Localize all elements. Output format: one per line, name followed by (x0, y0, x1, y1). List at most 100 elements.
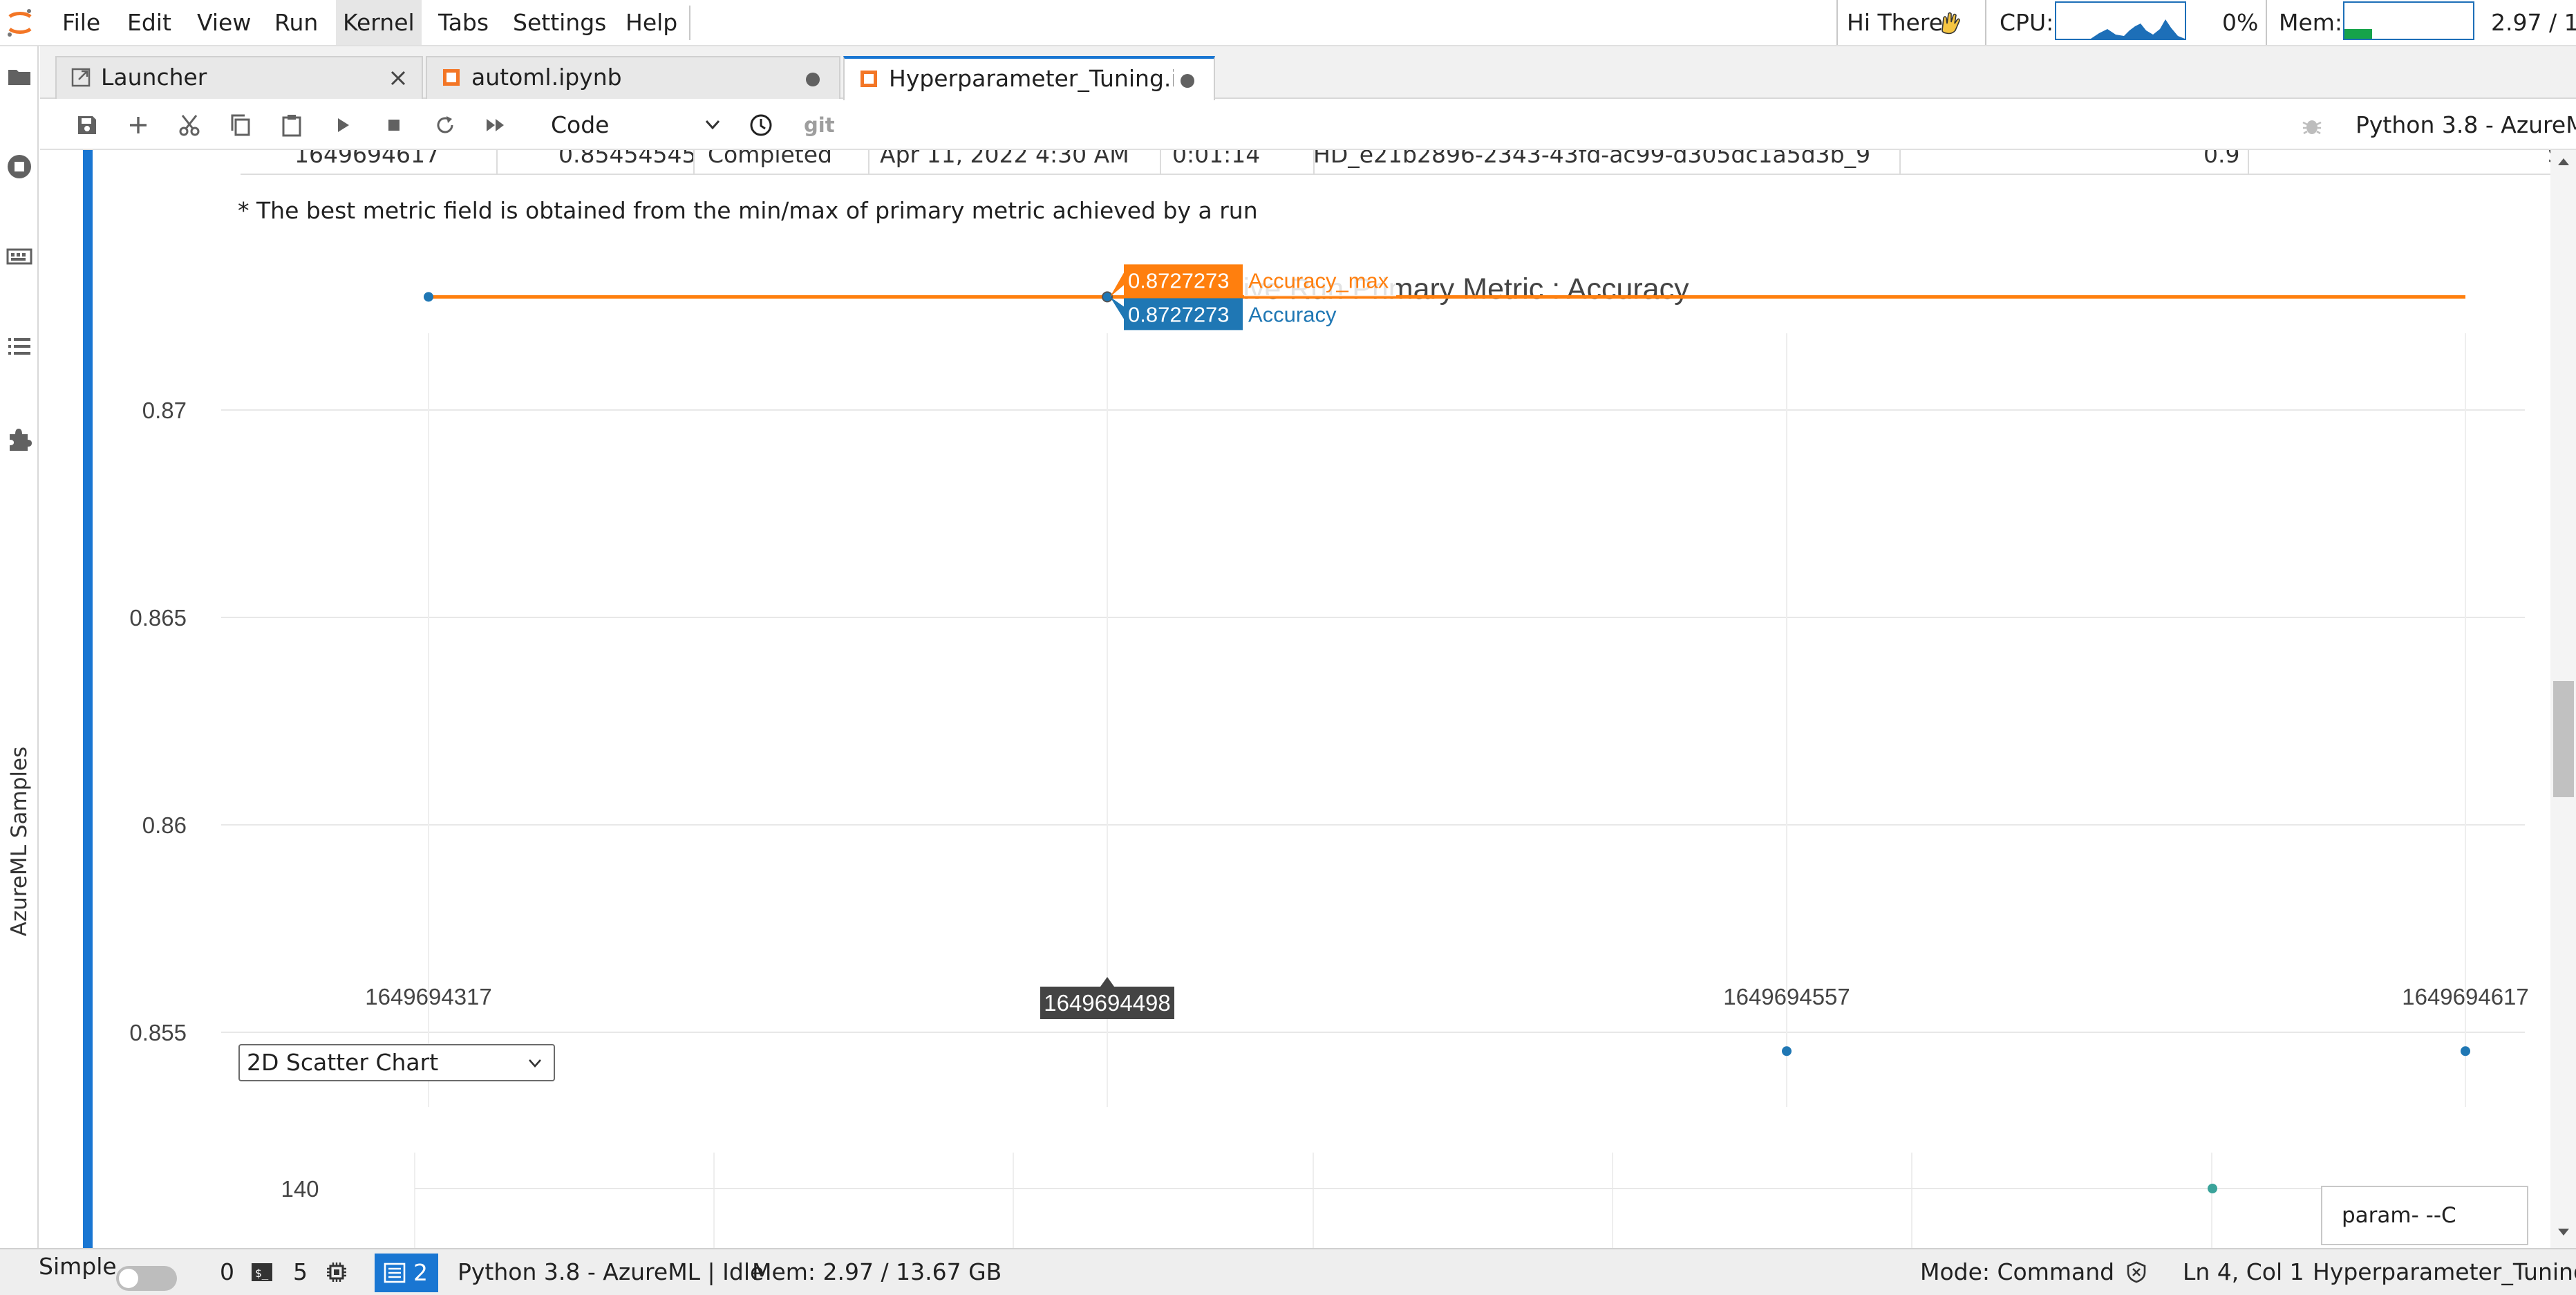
y-tick-label: 0.86 (142, 812, 187, 838)
stop-icon[interactable] (382, 113, 406, 138)
tab-launcher[interactable]: Launcher (55, 56, 423, 99)
tab-automl-notebook[interactable]: automl.ipynb (426, 56, 840, 99)
y-tick-label: 0.865 (129, 605, 187, 631)
cut-icon[interactable] (177, 113, 202, 138)
simple-mode-toggle[interactable] (116, 1266, 177, 1291)
terminal-count[interactable]: 0 (220, 1249, 234, 1295)
accuracy-point[interactable] (1102, 291, 1113, 303)
notebook-toolbar: Code git Python 3.8 - AzureML (40, 100, 2576, 150)
accuracy-point[interactable] (1782, 1046, 1792, 1056)
cursor-position[interactable]: Ln 4, Col 1 (2183, 1249, 2304, 1295)
chart-hover-tooltip: 0.8727273 Accuracy_max 0.8727273 Accuracy 16… (1040, 264, 1396, 1019)
unsaved-dot-icon[interactable] (806, 73, 820, 86)
x-tick-label: 1649694557 (1723, 984, 1850, 1009)
menu-kernel[interactable]: Kernel (336, 0, 422, 45)
kernel-status[interactable]: Python 3.8 - AzureML | Idle (458, 1249, 764, 1295)
copy-icon[interactable] (228, 113, 253, 138)
paste-icon[interactable] (279, 113, 304, 138)
memory-usage-bar (2343, 1, 2474, 40)
tab-label: automl.ipynb (471, 64, 622, 91)
accuracy-chart[interactable]: HyperDrive Run Primary Metric : Accuracy… (40, 150, 2550, 1248)
hover-label-accuracy-max: 0.8727273 Accuracy_max (1110, 264, 1389, 297)
chart-type-select[interactable]: 2D Scatter Chart (238, 1044, 555, 1081)
kernel-chip-icon[interactable] (325, 1260, 348, 1284)
hover-value: 0.8727273 (1128, 268, 1230, 292)
tab-label: Hyperparameter_Tuning.ipyr (889, 65, 1174, 92)
chevron-down-icon (529, 1059, 541, 1068)
scatter-legend[interactable]: param- --C (2321, 1186, 2528, 1245)
menu-settings[interactable]: Settings (506, 0, 613, 45)
x-tick-label: 1649694617 (2402, 984, 2529, 1009)
menu-edit[interactable]: Edit (120, 0, 178, 45)
cpu-usage-graph (2055, 1, 2186, 40)
hover-x-label: 1649694498 (1040, 977, 1174, 1019)
menu-file[interactable]: File (55, 0, 107, 45)
save-icon[interactable] (75, 113, 100, 138)
scroll-down-arrow-icon[interactable] (2556, 1224, 2571, 1240)
notebook-content[interactable]: 1649694617 0.85454545 Completed Apr 11, … (40, 150, 2576, 1248)
topbar-divider (1985, 0, 1986, 45)
clock-icon[interactable] (749, 113, 773, 138)
y-tick-label: 0.87 (142, 398, 187, 423)
accuracy-point[interactable] (424, 292, 433, 302)
accuracy-point[interactable] (2461, 1046, 2470, 1056)
memory-status: Mem: 2.97 / 13.67 GB (752, 1258, 1002, 1285)
menu-run[interactable]: Run (267, 0, 325, 45)
hover-value: 0.8727273 (1128, 302, 1230, 326)
svg-text:$_: $_ (255, 1267, 269, 1280)
chart-type-value: 2D Scatter Chart (247, 1049, 439, 1076)
toggle-knob (119, 1269, 138, 1288)
table-of-contents-icon[interactable] (4, 331, 35, 362)
scatter-point[interactable] (2208, 1184, 2217, 1193)
cpu-label: CPU: (2000, 9, 2054, 36)
legend-label: param- --C (2342, 1203, 2456, 1228)
y-tick-label: 0.855 (129, 1020, 187, 1045)
chart-grid (221, 333, 2525, 1107)
menu-divider (689, 6, 690, 40)
git-button[interactable]: git (804, 100, 835, 150)
scatter-preview-chart[interactable]: 140 (281, 1153, 2525, 1248)
menu-bar: File Edit View Run Kernel Tabs Settings … (0, 0, 2576, 46)
tab-label: Launcher (101, 64, 207, 91)
kernel-count[interactable]: 5 (293, 1249, 308, 1295)
menu-view[interactable]: View (190, 0, 258, 45)
menu-tabs[interactable]: Tabs (431, 0, 496, 45)
hover-label-accuracy: 0.8727273 Accuracy (1110, 297, 1337, 330)
tab-hyperparameter-tuning-notebook[interactable]: Hyperparameter_Tuning.ipyr (843, 56, 1215, 100)
extension-icon[interactable] (4, 423, 35, 454)
document-tab-bar: Launcher automl.ipynb Hyperparameter_Tun… (40, 46, 2576, 100)
commands-icon[interactable] (4, 241, 35, 272)
trusted-shield-icon[interactable] (2125, 1260, 2148, 1284)
running-icon[interactable] (4, 151, 35, 182)
launcher-icon (71, 68, 91, 87)
azureml-samples-tab[interactable]: AzureML Samples (6, 747, 33, 937)
scrollbar-thumb[interactable] (2553, 681, 2574, 797)
restart-icon[interactable] (433, 113, 458, 138)
close-icon[interactable] (387, 67, 409, 89)
scroll-up-arrow-icon[interactable] (2556, 154, 2571, 169)
topbar-divider (2266, 0, 2267, 45)
x-axis: 1649694317 1649694557 1649694617 (365, 984, 2529, 1009)
menu-help[interactable]: Help (619, 0, 684, 45)
cpu-sparkline (2056, 19, 2185, 39)
kernel-name-button[interactable]: Python 3.8 - AzureML (2356, 100, 2576, 150)
hover-x-value: 1649694498 (1044, 990, 1171, 1016)
scatter-y-tick-label: 140 (281, 1176, 319, 1202)
jupyter-logo-icon (8, 9, 32, 37)
left-sidebar: AzureML Samples (0, 46, 39, 1248)
notebook-icon (861, 71, 877, 87)
sidebar-label: AzureML Samples (7, 746, 32, 937)
add-cell-icon[interactable] (126, 113, 151, 138)
chart-series[interactable] (424, 291, 2470, 1056)
run-all-icon[interactable] (484, 113, 509, 138)
notebook-icon (443, 69, 460, 86)
active-cells-indicator[interactable]: 2 (375, 1254, 438, 1292)
topbar-divider (1836, 0, 1838, 45)
terminal-icon[interactable]: $_ (250, 1260, 274, 1284)
editor-mode[interactable]: Mode: Command (1920, 1249, 2114, 1295)
folder-icon[interactable] (4, 62, 35, 92)
unsaved-dot-icon[interactable] (1181, 74, 1194, 88)
hover-series-name: Accuracy (1248, 302, 1337, 326)
run-icon[interactable] (330, 113, 355, 138)
kernel-debug-icon[interactable] (2300, 114, 2324, 138)
